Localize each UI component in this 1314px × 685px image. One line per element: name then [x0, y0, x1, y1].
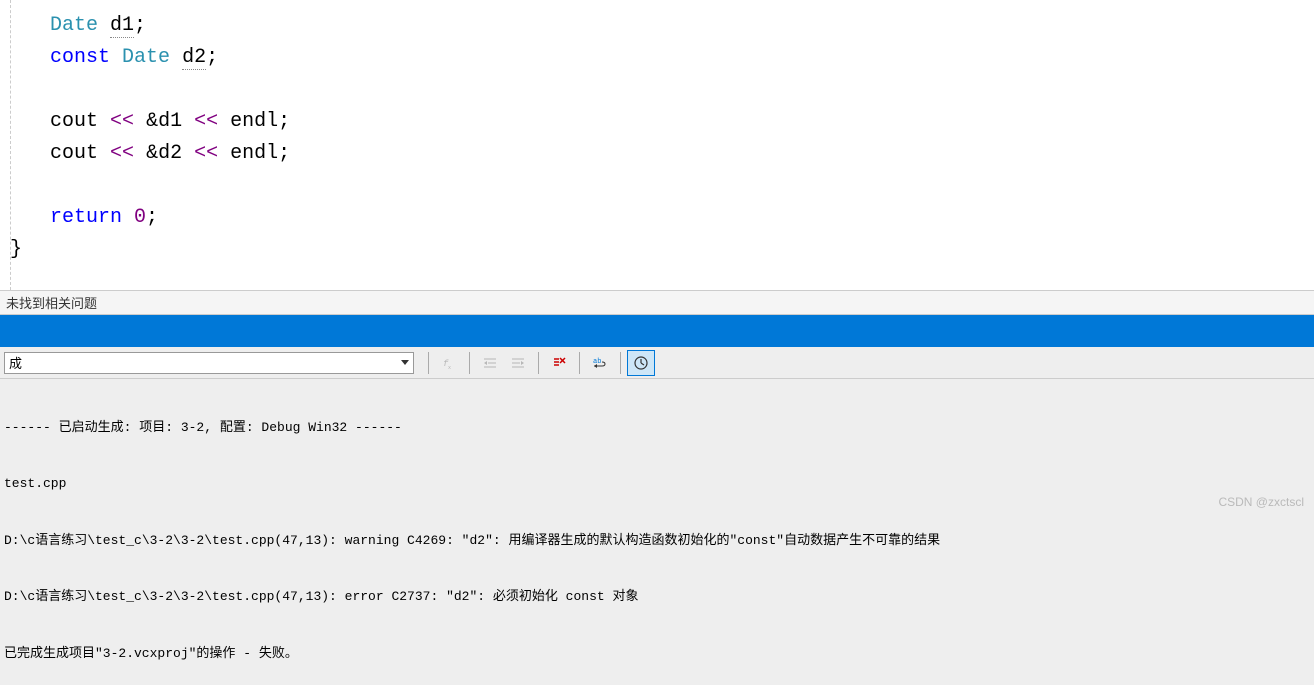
indent-right-icon[interactable] [504, 350, 532, 376]
endl: endl [230, 110, 278, 133]
code-editor[interactable]: Date d1; const Date d2; cout << &d1 << e… [0, 0, 1314, 290]
clock-icon[interactable] [627, 350, 655, 376]
output-toolbar: 成 fx ab [0, 347, 1314, 379]
indent-left-icon[interactable] [476, 350, 504, 376]
find-icon[interactable]: fx [435, 350, 463, 376]
endl: endl [230, 142, 278, 165]
identifier-d1: d1 [110, 14, 134, 38]
semicolon: ; [278, 142, 290, 165]
cout: cout [50, 142, 98, 165]
close-brace: } [10, 238, 22, 261]
svg-text:ab: ab [593, 358, 601, 366]
output-source-dropdown[interactable]: 成 [4, 352, 414, 374]
semicolon: ; [134, 14, 146, 37]
type-token: Date [122, 46, 170, 69]
svg-text:x: x [448, 365, 451, 371]
toolbar-separator [620, 352, 621, 374]
status-text: 未找到相关问题 [6, 296, 97, 311]
lshift-op: << [110, 142, 134, 165]
status-bar: 未找到相关问题 [0, 290, 1314, 315]
output-line: ------ 已启动生成: 项目: 3-2, 配置: Debug Win32 -… [4, 419, 1310, 438]
output-line: test.cpp [4, 475, 1310, 494]
addr-d1: &d1 [146, 110, 182, 133]
type-token: Date [50, 14, 98, 37]
output-line: 已完成生成项目"3-2.vcxproj"的操作 - 失败。 [4, 645, 1310, 664]
semicolon: ; [278, 110, 290, 133]
watermark: CSDN @zxctscl [1218, 495, 1304, 509]
toolbar-separator [428, 352, 429, 374]
chevron-down-icon [401, 360, 409, 365]
identifier-d2: d2 [182, 46, 206, 70]
title-bar[interactable] [0, 315, 1314, 347]
output-line: D:\c语言练习\test_c\3-2\3-2\test.cpp(47,13):… [4, 532, 1310, 551]
clear-all-icon[interactable] [545, 350, 573, 376]
output-line: D:\c语言练习\test_c\3-2\3-2\test.cpp(47,13):… [4, 588, 1310, 607]
dropdown-value: 成 [9, 353, 22, 372]
keyword-const: const [50, 46, 110, 69]
lshift-op: << [194, 142, 218, 165]
output-panel[interactable]: ------ 已启动生成: 项目: 3-2, 配置: Debug Win32 -… [0, 379, 1314, 685]
semicolon: ; [146, 206, 158, 229]
lshift-op: << [194, 110, 218, 133]
number-zero: 0 [134, 206, 146, 229]
semicolon: ; [206, 46, 218, 69]
toolbar-separator [538, 352, 539, 374]
word-wrap-icon[interactable]: ab [586, 350, 614, 376]
keyword-return: return [50, 206, 122, 229]
toolbar-separator [469, 352, 470, 374]
toolbar-separator [579, 352, 580, 374]
lshift-op: << [110, 110, 134, 133]
cout: cout [50, 110, 98, 133]
addr-d2: &d2 [146, 142, 182, 165]
